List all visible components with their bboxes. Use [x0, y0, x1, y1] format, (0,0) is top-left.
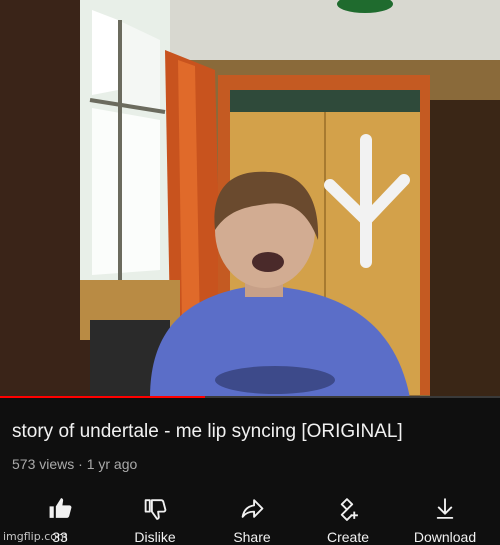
like-icon	[49, 498, 72, 518]
share-button[interactable]: Share	[207, 492, 297, 545]
create-label: Create	[326, 529, 370, 545]
create-button[interactable]: Create	[303, 492, 393, 545]
create-icon	[340, 498, 358, 521]
dislike-icon	[144, 499, 167, 520]
video-title[interactable]: story of undertale - me lip syncing [ORI…	[12, 420, 490, 444]
video-frame	[0, 0, 500, 398]
progress-played	[0, 396, 205, 398]
download-label: Download	[413, 529, 477, 545]
download-icon	[436, 498, 454, 519]
progress-bar[interactable]	[0, 396, 500, 398]
share-label: Share	[233, 529, 271, 545]
dislike-label: Dislike	[134, 529, 176, 545]
video-metadata[interactable]: 573 views · 1 yr ago	[12, 455, 137, 473]
share-icon	[241, 499, 264, 518]
imgflip-watermark: imgflip.com	[3, 530, 68, 543]
action-bar: 33 Dislike Share Create Download	[0, 492, 500, 545]
video-player[interactable]	[0, 0, 500, 398]
dislike-button[interactable]: Dislike	[110, 492, 200, 545]
download-button[interactable]: Download	[400, 492, 490, 545]
